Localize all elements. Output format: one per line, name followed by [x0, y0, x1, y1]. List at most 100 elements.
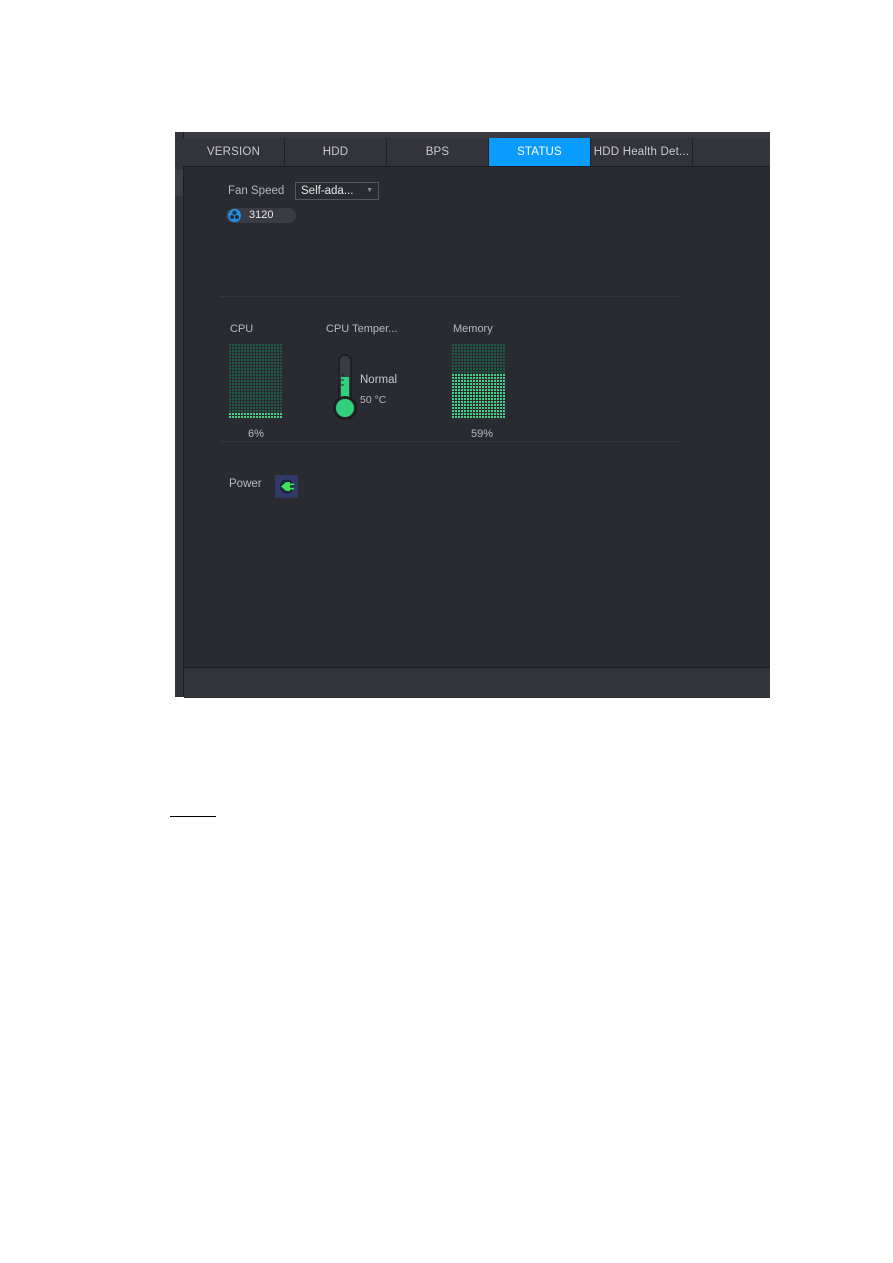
- cpu-usage-cell: [229, 395, 231, 397]
- memory-usage-cell: [494, 362, 496, 364]
- cpu-usage-cell: [265, 374, 267, 376]
- memory-usage-cell: [464, 362, 466, 364]
- cpu-usage-cell: [253, 365, 255, 367]
- cpu-usage-cell: [280, 347, 282, 349]
- cpu-usage-cell: [253, 368, 255, 370]
- cpu-usage-cell: [238, 350, 240, 352]
- scrollbar-thumb[interactable]: [175, 170, 183, 196]
- memory-usage-cell: [455, 365, 457, 367]
- cpu-usage-cell: [271, 359, 273, 361]
- cpu-usage-cell: [268, 386, 270, 388]
- cpu-usage-cell: [253, 380, 255, 382]
- cpu-usage-cell: [235, 356, 237, 358]
- cpu-usage-cell: [268, 383, 270, 385]
- cpu-usage-cell: [262, 401, 264, 403]
- cpu-usage-cell: [268, 365, 270, 367]
- cpu-usage-cell: [277, 398, 279, 400]
- cpu-usage-cell: [277, 404, 279, 406]
- cpu-usage-cell: [277, 359, 279, 361]
- memory-usage-cell: [500, 371, 502, 373]
- memory-usage-cell: [461, 401, 463, 403]
- memory-usage-cell: [491, 413, 493, 415]
- memory-usage-cell: [476, 344, 478, 346]
- memory-usage-cell: [467, 395, 469, 397]
- cpu-usage-cell: [229, 380, 231, 382]
- memory-usage-cell: [452, 407, 454, 409]
- memory-usage-cell: [452, 374, 454, 376]
- cpu-usage-cell: [259, 362, 261, 364]
- tab-hdd-health-detection[interactable]: HDD Health Det...: [591, 138, 693, 166]
- cpu-usage-cell: [244, 344, 246, 346]
- memory-usage-cell: [503, 395, 505, 397]
- memory-usage-cell: [452, 356, 454, 358]
- memory-usage-cell: [485, 359, 487, 361]
- memory-usage-cell: [482, 407, 484, 409]
- cpu-usage-cell: [238, 398, 240, 400]
- cpu-usage-cell: [241, 380, 243, 382]
- memory-usage-cell: [452, 410, 454, 412]
- memory-usage-cell: [485, 398, 487, 400]
- cpu-usage-cell: [256, 407, 258, 409]
- cpu-usage-cell: [262, 374, 264, 376]
- memory-usage-cell: [470, 413, 472, 415]
- memory-usage-cell: [500, 374, 502, 376]
- cpu-usage-cell: [265, 347, 267, 349]
- memory-usage-cell: [467, 410, 469, 412]
- cpu-usage-cell: [256, 392, 258, 394]
- memory-usage-cell: [479, 356, 481, 358]
- memory-usage-cell: [476, 404, 478, 406]
- cpu-usage-cell: [277, 362, 279, 364]
- memory-usage-cell: [485, 383, 487, 385]
- memory-usage-cell: [485, 347, 487, 349]
- cpu-usage-cell: [271, 380, 273, 382]
- memory-usage-cell: [470, 389, 472, 391]
- cpu-usage-cell: [229, 404, 231, 406]
- memory-usage-cell: [497, 359, 499, 361]
- cpu-usage-cell: [274, 344, 276, 346]
- cpu-usage-cell: [247, 356, 249, 358]
- fan-speed-mode-select[interactable]: Self-ada... ▼: [295, 182, 379, 200]
- memory-usage-cell: [482, 413, 484, 415]
- cpu-usage-cell: [271, 386, 273, 388]
- cpu-usage-cell: [256, 380, 258, 382]
- memory-usage-cell: [452, 398, 454, 400]
- memory-usage-cell: [470, 401, 472, 403]
- cpu-usage-cell: [232, 347, 234, 349]
- memory-usage-cell: [452, 404, 454, 406]
- tab-status[interactable]: STATUS: [489, 138, 591, 166]
- tab-version[interactable]: VERSION: [183, 138, 285, 166]
- cpu-usage-cell: [235, 380, 237, 382]
- memory-usage-cell: [461, 404, 463, 406]
- memory-usage-cell: [503, 377, 505, 379]
- cpu-usage-cell: [262, 392, 264, 394]
- cpu-usage-cell: [244, 416, 246, 418]
- memory-usage-cell: [491, 392, 493, 394]
- memory-usage-cell: [479, 413, 481, 415]
- memory-usage-cell: [470, 407, 472, 409]
- memory-usage-cell: [482, 410, 484, 412]
- cpu-usage-cell: [277, 413, 279, 415]
- cpu-usage-cell: [247, 401, 249, 403]
- cpu-usage-cell: [229, 383, 231, 385]
- cpu-usage-cell: [241, 344, 243, 346]
- cpu-usage-cell: [235, 365, 237, 367]
- cpu-usage-cell: [280, 356, 282, 358]
- tab-bps[interactable]: BPS: [387, 138, 489, 166]
- left-scrollbar[interactable]: [175, 132, 184, 697]
- cpu-usage-cell: [238, 362, 240, 364]
- memory-usage-cell: [461, 368, 463, 370]
- memory-usage-cell: [470, 404, 472, 406]
- memory-usage-cell: [485, 350, 487, 352]
- memory-usage-cell: [479, 386, 481, 388]
- document-underline: [170, 816, 216, 817]
- memory-usage-cell: [479, 392, 481, 394]
- memory-usage-cell: [482, 347, 484, 349]
- memory-usage-cell: [458, 413, 460, 415]
- memory-usage-cell: [488, 356, 490, 358]
- memory-usage-cell: [452, 371, 454, 373]
- cpu-usage-cell: [238, 410, 240, 412]
- memory-usage-cell: [479, 383, 481, 385]
- memory-usage-cell: [473, 344, 475, 346]
- cpu-usage-cell: [244, 386, 246, 388]
- tab-hdd[interactable]: HDD: [285, 138, 387, 166]
